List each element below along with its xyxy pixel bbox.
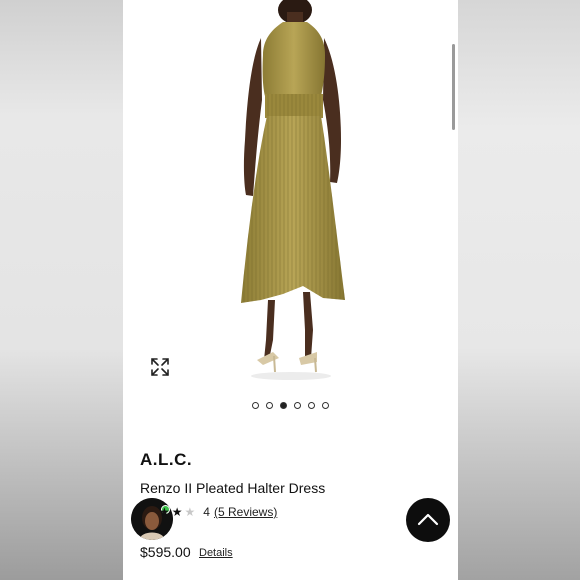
carousel-dots xyxy=(123,402,458,412)
background-left xyxy=(0,0,123,580)
details-link[interactable]: Details xyxy=(199,547,233,559)
carousel-dot[interactable] xyxy=(308,402,315,409)
back-to-top-button[interactable] xyxy=(406,498,450,542)
product-image[interactable] xyxy=(123,0,458,390)
rating-value: 4 xyxy=(203,505,210,519)
star-icon: ★ xyxy=(159,505,170,519)
carousel-dot[interactable] xyxy=(252,402,259,409)
scrollbar[interactable] xyxy=(452,44,455,130)
background-right xyxy=(458,0,580,580)
brand-name[interactable]: A.L.C. xyxy=(140,450,192,470)
carousel-dot[interactable] xyxy=(266,402,273,409)
product-page: A.L.C. Renzo II Pleated Halter Dress ★ ★… xyxy=(123,0,458,580)
product-title: Renzo II Pleated Halter Dress xyxy=(140,480,326,496)
expand-icon[interactable] xyxy=(150,357,170,377)
price: $595.00 xyxy=(140,544,191,560)
reviews-link[interactable]: (5 Reviews) xyxy=(214,505,277,519)
star-icon: ★ xyxy=(184,505,196,519)
carousel-dot-active[interactable] xyxy=(280,402,287,409)
rating-row: ★ ★ ★ 4 (5 Reviews) xyxy=(159,503,277,521)
star-icon: ★ xyxy=(171,505,183,519)
rating-stars: ★ ★ ★ xyxy=(159,506,195,518)
carousel-dot[interactable] xyxy=(322,402,329,409)
carousel-dot[interactable] xyxy=(294,402,301,409)
chevron-up-icon xyxy=(417,513,439,526)
